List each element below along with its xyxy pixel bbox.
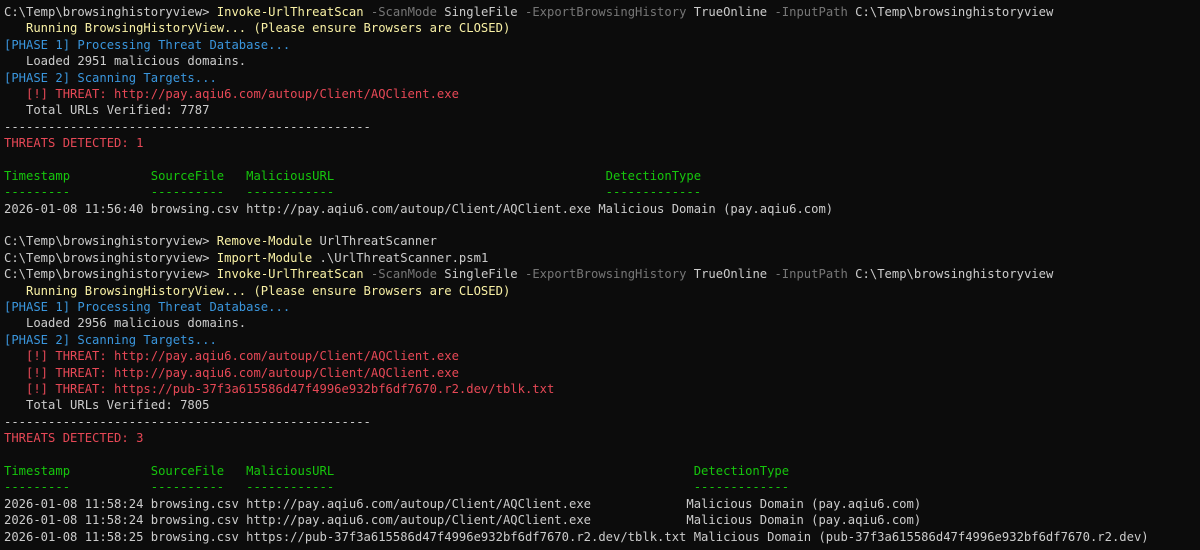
terminal-text: [!] THREAT: https://pub-37f3a615586d47f4… xyxy=(4,381,555,396)
terminal-line: C:\Temp\browsinghistoryview> Invoke-UrlT… xyxy=(0,4,1200,20)
terminal-line: THREATS DETECTED: 3 xyxy=(0,430,1200,446)
terminal-line: ----------------------------------------… xyxy=(0,414,1200,430)
terminal-text: [PHASE 1] Processing Threat Database... xyxy=(4,300,291,315)
terminal-text: C:\Temp\browsinghistoryview> xyxy=(4,5,217,19)
terminal-line: Running BrowsingHistoryView... (Please e… xyxy=(0,20,1200,36)
terminal-line: ----------------------------------------… xyxy=(0,119,1200,135)
terminal-line: [PHASE 1] Processing Threat Database... xyxy=(0,37,1200,53)
terminal-text: Loaded 2956 malicious domains. xyxy=(4,316,247,331)
terminal-text: -ExportBrowsingHistory xyxy=(517,267,687,282)
terminal-text: THREATS DETECTED: 1 xyxy=(4,136,144,151)
terminal-text: [!] THREAT: http://pay.aqiu6.com/autoup/… xyxy=(4,86,459,101)
terminal-text: C:\Temp\browsinghistoryview xyxy=(847,267,1054,282)
terminal-line: C:\Temp\browsinghistoryview> Invoke-UrlT… xyxy=(0,266,1200,282)
terminal-text: C:\Temp\browsinghistoryview xyxy=(847,5,1054,19)
terminal-line: C:\Temp\browsinghistoryview> Import-Modu… xyxy=(0,250,1200,266)
terminal-line: Running BrowsingHistoryView... (Please e… xyxy=(0,283,1200,299)
terminal-text: ----------------------------------------… xyxy=(4,119,371,134)
terminal-output[interactable]: C:\Temp\browsinghistoryview> Invoke-UrlT… xyxy=(0,0,1200,550)
terminal-line: [!] THREAT: http://pay.aqiu6.com/autoup/… xyxy=(0,365,1200,381)
terminal-text: 2026-01-08 11:58:25 browsing.csv https:/… xyxy=(4,529,1149,544)
terminal-line: [PHASE 2] Scanning Targets... xyxy=(0,332,1200,348)
terminal-text: [!] THREAT: http://pay.aqiu6.com/autoup/… xyxy=(4,365,459,380)
terminal-line: 2026-01-08 11:56:40 browsing.csv http://… xyxy=(0,201,1200,217)
terminal-text: -InputPath xyxy=(767,267,848,282)
terminal-text: Invoke-UrlThreatScan xyxy=(216,267,364,282)
terminal-text: .\UrlThreatScanner.psm1 xyxy=(312,250,489,265)
terminal-text: --------- ---------- ------------ ------… xyxy=(4,480,790,495)
terminal-text: Total URLs Verified: 7805 xyxy=(4,398,210,413)
terminal-text: Running BrowsingHistoryView... (Please e… xyxy=(4,283,511,298)
terminal-line: --------- ---------- ------------ ------… xyxy=(0,184,1200,200)
terminal-line: 2026-01-08 11:58:24 browsing.csv http://… xyxy=(0,496,1200,512)
terminal-text: TrueOnline xyxy=(686,267,768,282)
terminal-text: [!] THREAT: http://pay.aqiu6.com/autoup/… xyxy=(4,349,459,364)
terminal-line: Loaded 2956 malicious domains. xyxy=(0,315,1200,331)
terminal-text: 2026-01-08 11:58:24 browsing.csv http://… xyxy=(4,513,922,528)
terminal-line: [!] THREAT: http://pay.aqiu6.com/autoup/… xyxy=(0,86,1200,102)
terminal-text: THREATS DETECTED: 3 xyxy=(4,431,144,446)
terminal-line: 2026-01-08 11:58:25 browsing.csv https:/… xyxy=(0,529,1200,545)
terminal-text: --------- ---------- ------------ ------… xyxy=(4,185,702,200)
terminal-text: C:\Temp\browsinghistoryview> xyxy=(4,267,217,282)
terminal-line: [PHASE 2] Scanning Targets... xyxy=(0,70,1200,86)
terminal-text: 2026-01-08 11:58:24 browsing.csv http://… xyxy=(4,496,922,511)
terminal-line: [!] THREAT: https://pub-37f3a615586d47f4… xyxy=(0,381,1200,397)
terminal-line: [PHASE 1] Processing Threat Database... xyxy=(0,299,1200,315)
terminal-text: TrueOnline xyxy=(686,5,768,19)
terminal-line: C:\Temp\browsinghistoryview> Remove-Modu… xyxy=(0,233,1200,249)
terminal-line: --------- ---------- ------------ ------… xyxy=(0,479,1200,495)
terminal-text: Invoke-UrlThreatScan xyxy=(216,5,364,19)
terminal-line: 2026-01-08 11:58:24 browsing.csv http://… xyxy=(0,512,1200,528)
terminal-text: C:\Temp\browsinghistoryview> xyxy=(4,234,217,249)
terminal-line: [!] THREAT: http://pay.aqiu6.com/autoup/… xyxy=(0,348,1200,364)
terminal-text: [PHASE 2] Scanning Targets... xyxy=(4,332,217,347)
terminal-text: SingleFile xyxy=(436,267,518,282)
terminal-text: UrlThreatScanner xyxy=(312,234,437,249)
terminal-line: Timestamp SourceFile MaliciousURL Detect… xyxy=(0,463,1200,479)
terminal-text: -ScanMode xyxy=(363,267,437,282)
terminal-text: Timestamp SourceFile MaliciousURL Detect… xyxy=(4,463,790,478)
terminal-text: -ScanMode xyxy=(363,5,437,19)
terminal-text: 2026-01-08 11:56:40 browsing.csv http://… xyxy=(4,201,834,216)
terminal-text: ----------------------------------------… xyxy=(4,414,371,429)
terminal-text: Running BrowsingHistoryView... (Please e… xyxy=(4,21,511,36)
terminal-text: Import-Module xyxy=(216,250,313,265)
terminal-text: Timestamp SourceFile MaliciousURL Detect… xyxy=(4,168,702,183)
terminal-text: C:\Temp\browsinghistoryview> xyxy=(4,250,217,265)
terminal-line: THREATS DETECTED: 1 xyxy=(0,135,1200,151)
terminal-text: Remove-Module xyxy=(216,234,313,249)
terminal-line: Total URLs Verified: 7787 xyxy=(0,102,1200,118)
terminal-line: Loaded 2951 malicious domains. xyxy=(0,53,1200,69)
terminal-text: SingleFile xyxy=(436,5,518,19)
terminal-text: [PHASE 2] Scanning Targets... xyxy=(4,70,217,85)
terminal-text: -ExportBrowsingHistory xyxy=(517,5,687,19)
terminal-text: -InputPath xyxy=(767,5,848,19)
terminal-text: Loaded 2951 malicious domains. xyxy=(4,54,247,69)
terminal-line: Timestamp SourceFile MaliciousURL Detect… xyxy=(0,168,1200,184)
terminal-text: Total URLs Verified: 7787 xyxy=(4,103,210,118)
terminal-line: Total URLs Verified: 7805 xyxy=(0,397,1200,413)
terminal-text: [PHASE 1] Processing Threat Database... xyxy=(4,37,291,52)
